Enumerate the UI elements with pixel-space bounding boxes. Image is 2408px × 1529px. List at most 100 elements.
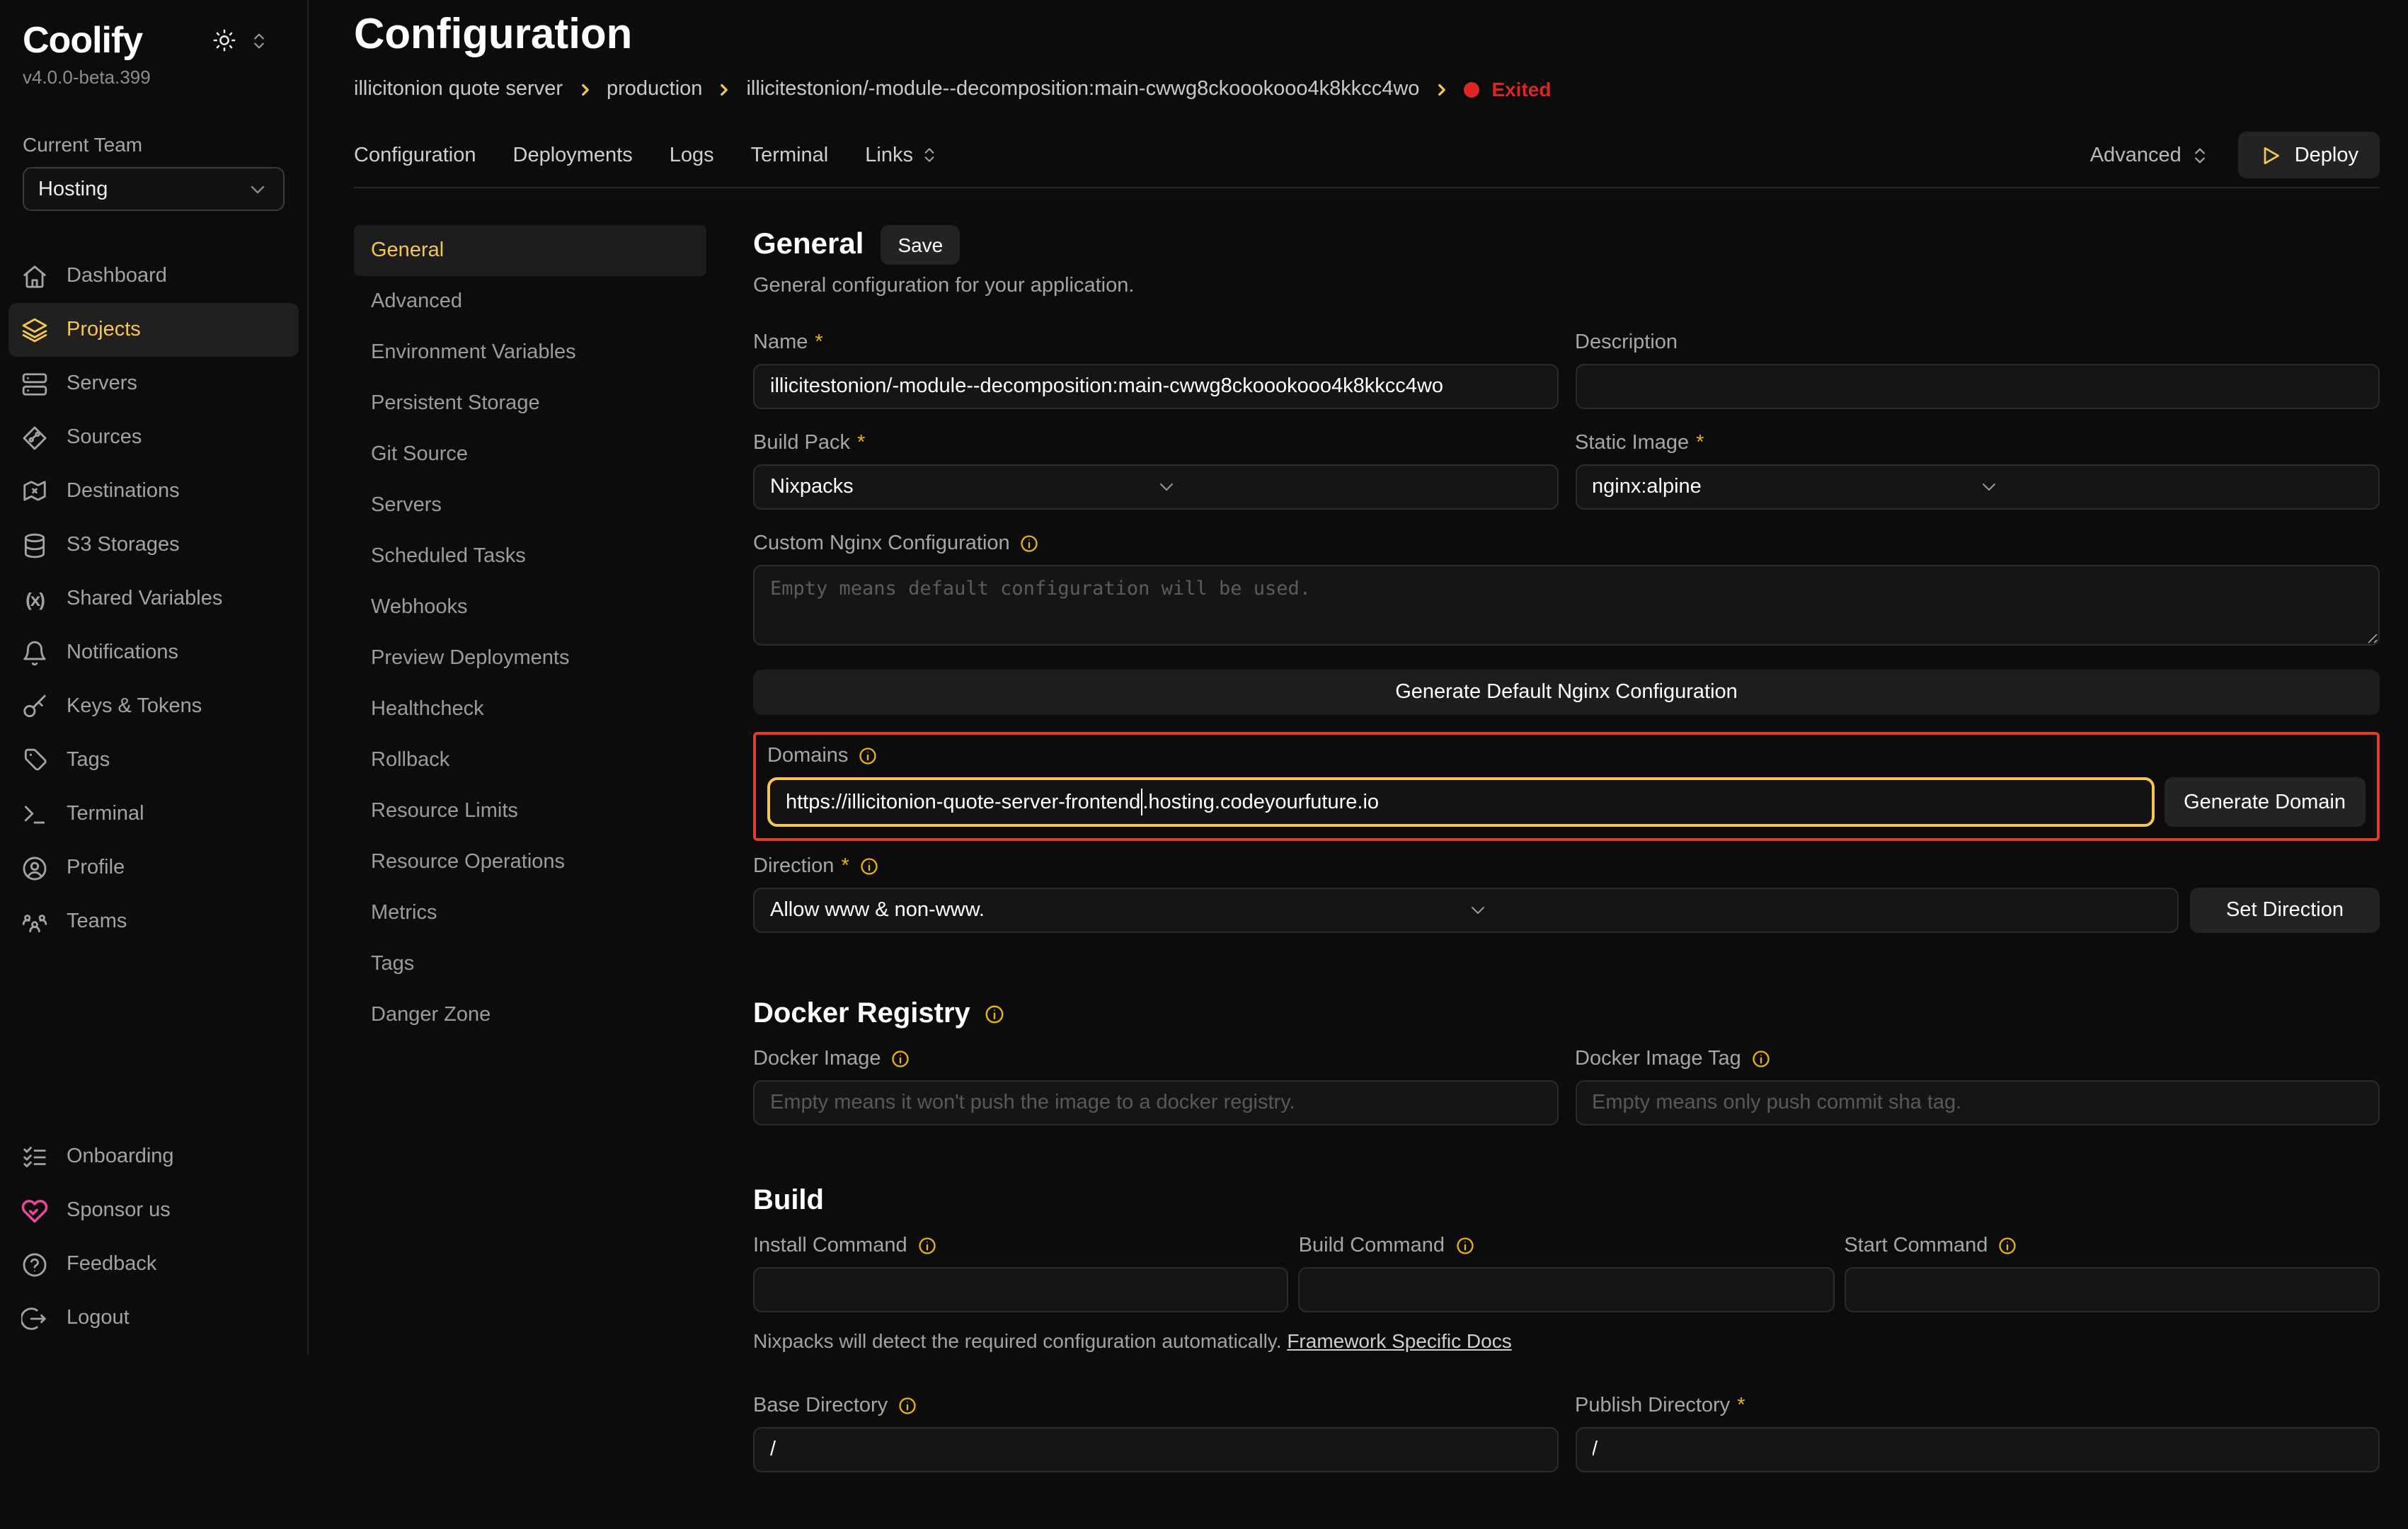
tab-logs[interactable]: Logs [670, 144, 714, 166]
sidebar-item-sources[interactable]: Sources [8, 411, 299, 464]
domains-highlight-box: Domains https://illicitonion-quote-serve… [753, 732, 2380, 841]
sidebar-item-terminal[interactable]: Terminal [8, 787, 299, 841]
sidebar-item-keys-tokens[interactable]: Keys & Tokens [8, 680, 299, 733]
subnav-advanced[interactable]: Advanced [354, 276, 706, 327]
list-checks-icon [21, 1143, 48, 1170]
build-command-input[interactable] [1299, 1267, 1835, 1312]
info-icon [858, 746, 878, 766]
sidebar-item-sponsor[interactable]: Sponsor us [8, 1184, 299, 1237]
start-command-label: Start Command [1844, 1235, 2380, 1257]
info-icon [985, 1004, 1006, 1025]
direction-label: Direction* [753, 855, 2380, 878]
info-icon [1997, 1236, 2017, 1256]
docker-image-label: Docker Image [753, 1048, 1558, 1070]
advanced-menu[interactable]: Advanced [2090, 144, 2210, 166]
chevrons-up-down-icon [920, 146, 939, 164]
start-command-input[interactable] [1844, 1267, 2380, 1312]
database-icon [21, 532, 48, 559]
description-input[interactable] [1575, 364, 2380, 409]
subnav-scheduled-tasks[interactable]: Scheduled Tasks [354, 531, 706, 582]
subnav-persistent-storage[interactable]: Persistent Storage [354, 378, 706, 429]
breadcrumb-application[interactable]: illicitestonion/-module--decomposition:m… [746, 78, 1419, 101]
name-input[interactable] [753, 364, 1558, 409]
static-image-select[interactable]: nginx:alpine [1575, 464, 2380, 510]
breadcrumb: illicitonion quote server production ill… [354, 78, 2380, 101]
breadcrumb-environment[interactable]: production [607, 78, 702, 101]
theme-toggle-sun-icon[interactable] [212, 28, 236, 52]
subnav-tags[interactable]: Tags [354, 939, 706, 990]
subnav-danger-zone[interactable]: Danger Zone [354, 990, 706, 1041]
subnav-resource-operations[interactable]: Resource Operations [354, 837, 706, 888]
build-pack-select[interactable]: Nixpacks [753, 464, 1558, 510]
settings-subnav: General Advanced Environment Variables P… [354, 225, 706, 1041]
info-icon [917, 1236, 937, 1256]
generate-domain-button[interactable]: Generate Domain [2164, 777, 2366, 827]
sidebar-item-onboarding[interactable]: Onboarding [8, 1130, 299, 1184]
custom-nginx-textarea[interactable] [753, 565, 2380, 646]
sidebar-item-servers[interactable]: Servers [8, 357, 299, 411]
bell-icon [21, 639, 48, 666]
sidebar-item-feedback[interactable]: Feedback [8, 1237, 299, 1291]
sidebar-item-shared-variables[interactable]: (x) Shared Variables [8, 572, 299, 626]
set-direction-button[interactable]: Set Direction [2190, 888, 2380, 933]
info-icon [898, 1396, 917, 1416]
home-icon [21, 263, 48, 290]
team-select[interactable]: Hosting [23, 167, 285, 211]
install-command-input[interactable] [753, 1267, 1289, 1312]
generate-nginx-button[interactable]: Generate Default Nginx Configuration [753, 670, 2380, 715]
subnav-preview-deployments[interactable]: Preview Deployments [354, 633, 706, 684]
docker-image-input[interactable] [753, 1080, 1558, 1126]
domains-input[interactable]: https://illicitonion-quote-server-fronte… [767, 777, 2154, 827]
section-title: General [753, 228, 864, 262]
tab-configuration[interactable]: Configuration [354, 144, 476, 166]
sidebar-item-s3-storages[interactable]: S3 Storages [8, 518, 299, 572]
info-icon [1020, 534, 1040, 554]
subnav-servers[interactable]: Servers [354, 480, 706, 531]
sidebar-item-notifications[interactable]: Notifications [8, 626, 299, 680]
docker-image-tag-label: Docker Image Tag [1575, 1048, 2380, 1070]
terminal-icon [21, 801, 48, 828]
tab-terminal[interactable]: Terminal [751, 144, 829, 166]
user-circle-icon [21, 854, 48, 881]
git-source-icon [21, 424, 48, 451]
sidebar-item-teams[interactable]: Teams [8, 895, 299, 949]
tab-bar: Configuration Deployments Logs Terminal … [354, 123, 2380, 188]
docker-registry-title: Docker Registry [753, 998, 2380, 1031]
sidebar-item-dashboard[interactable]: Dashboard [8, 249, 299, 303]
tab-links[interactable]: Links [865, 144, 939, 166]
team-select-value: Hosting [38, 178, 108, 200]
framework-docs-link[interactable]: Framework Specific Docs [1287, 1329, 1511, 1352]
save-button[interactable]: Save [881, 225, 960, 265]
subnav-rollback[interactable]: Rollback [354, 735, 706, 786]
sidebar-item-tags[interactable]: Tags [8, 733, 299, 787]
chevrons-up-down-icon[interactable] [249, 30, 269, 50]
domains-label: Domains [767, 745, 2366, 767]
publish-directory-input[interactable] [1575, 1427, 2380, 1472]
sidebar-item-projects[interactable]: Projects [8, 303, 299, 357]
subnav-metrics[interactable]: Metrics [354, 888, 706, 939]
chevrons-up-down-icon [2190, 145, 2210, 165]
sidebar-item-destinations[interactable]: Destinations [8, 464, 299, 518]
map-icon [21, 478, 48, 505]
subnav-environment-variables[interactable]: Environment Variables [354, 327, 706, 378]
help-circle-icon [21, 1251, 48, 1278]
base-directory-input[interactable] [753, 1427, 1558, 1472]
tab-deployments[interactable]: Deployments [513, 144, 633, 166]
sidebar-item-logout[interactable]: Logout [8, 1291, 299, 1345]
subnav-webhooks[interactable]: Webhooks [354, 582, 706, 633]
publish-directory-label: Publish Directory* [1575, 1395, 2380, 1417]
info-icon [891, 1049, 911, 1069]
sidebar-item-profile[interactable]: Profile [8, 841, 299, 895]
docker-image-tag-input[interactable] [1575, 1080, 2380, 1126]
subnav-general[interactable]: General [354, 225, 706, 276]
breadcrumb-project[interactable]: illicitonion quote server [354, 78, 563, 101]
subnav-resource-limits[interactable]: Resource Limits [354, 786, 706, 837]
info-icon [1455, 1236, 1474, 1256]
key-icon [21, 693, 48, 720]
subnav-healthcheck[interactable]: Healthcheck [354, 684, 706, 735]
subnav-git-source[interactable]: Git Source [354, 429, 706, 480]
direction-select[interactable]: Allow www & non-www. [753, 888, 2179, 933]
deploy-button[interactable]: Deploy [2238, 132, 2380, 178]
chevron-down-icon [1978, 476, 2363, 498]
chevron-down-icon [1156, 476, 1542, 498]
